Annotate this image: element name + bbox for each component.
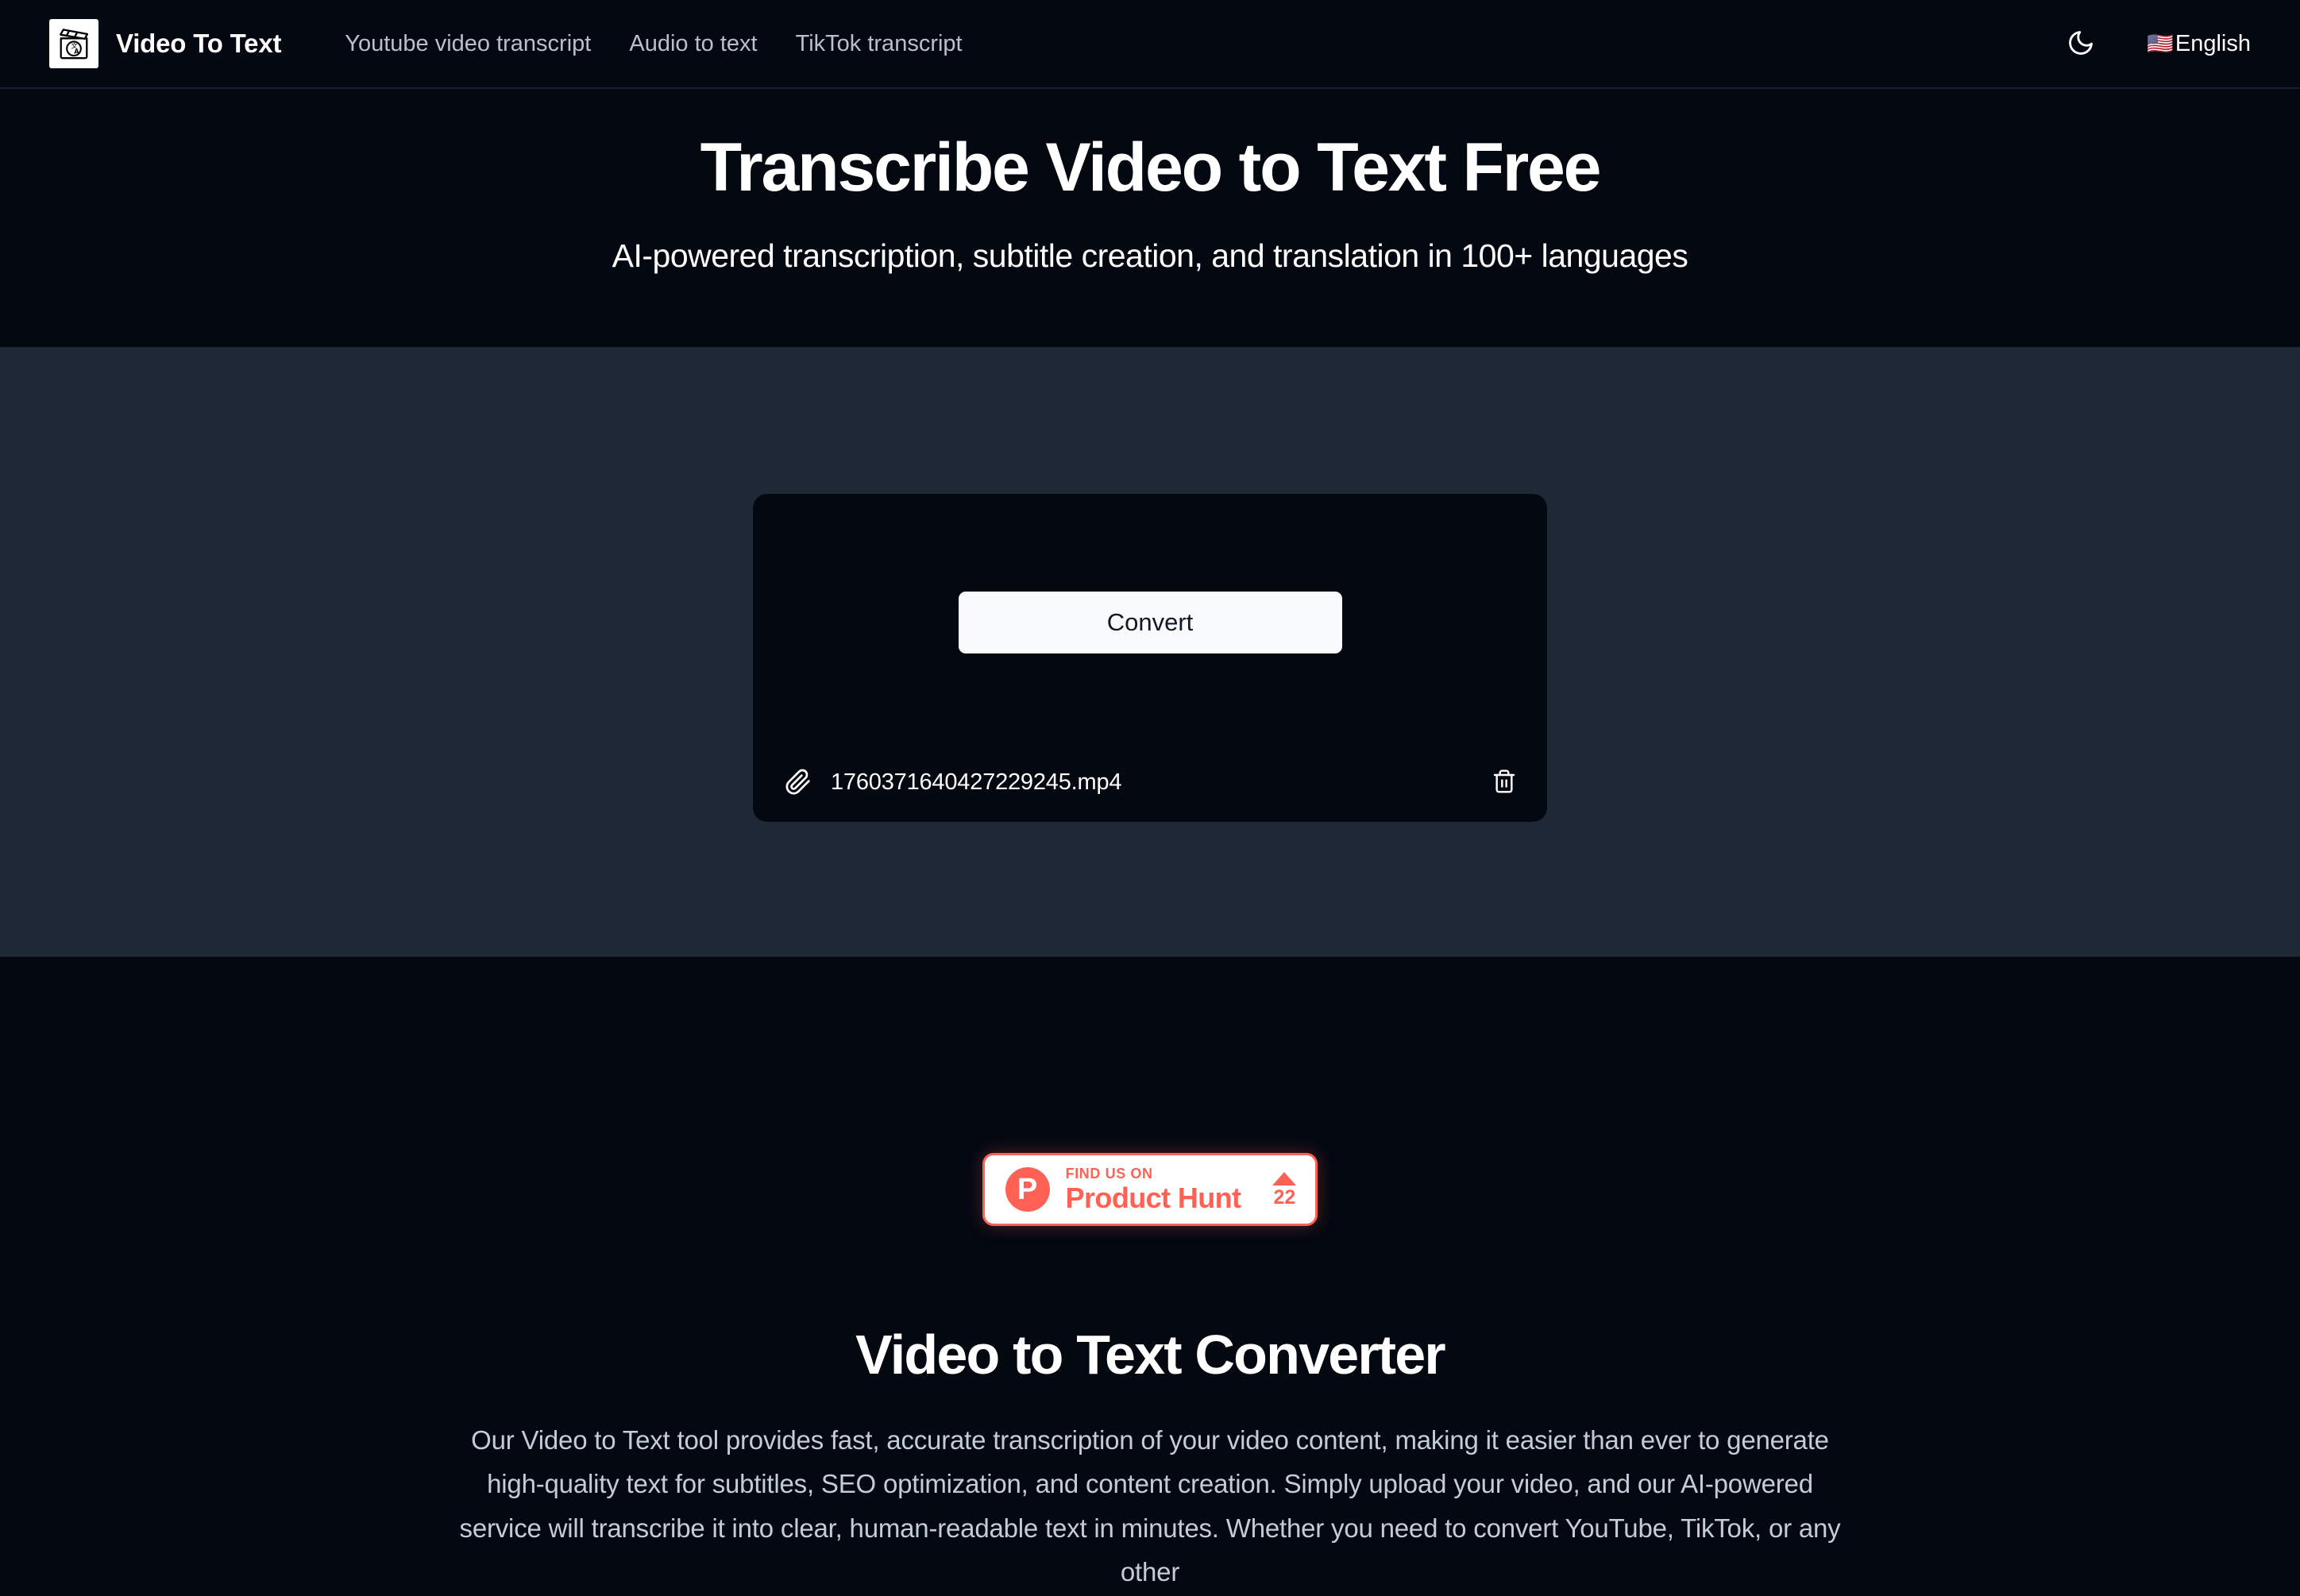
site-header: 文 A Video To Text Youtube video transcri… xyxy=(0,0,2300,89)
theme-toggle-button[interactable] xyxy=(2063,25,2099,62)
convert-button[interactable]: Convert xyxy=(958,591,1342,653)
product-hunt-votes: 22 xyxy=(1272,1171,1297,1209)
paperclip-icon xyxy=(785,769,812,796)
converter-card: Convert 1760371640427229245.mp4 xyxy=(753,494,1547,822)
product-hunt-name: Product Hunt xyxy=(1065,1182,1241,1215)
page-root: 文 A Video To Text Youtube video transcri… xyxy=(0,0,2300,1596)
converter-card-body: Convert xyxy=(753,494,1547,742)
language-label: English xyxy=(2175,30,2251,56)
product-hunt-text: FIND US ON Product Hunt xyxy=(1066,1165,1241,1214)
info-paragraph: Our Video to Text tool provides fast, ac… xyxy=(459,1425,1841,1587)
brand-name: Video To Text xyxy=(116,29,282,58)
page-title: Transcribe Video to Text Free xyxy=(700,129,1602,206)
delete-file-button[interactable] xyxy=(1492,769,1517,796)
info-title: Video to Text Converter xyxy=(855,1324,1446,1386)
hero-subtitle: AI-powered transcription, subtitle creat… xyxy=(612,237,1688,274)
info-section: P FIND US ON Product Hunt 22 Video to Te… xyxy=(0,957,2300,1594)
us-flag-icon: 🇺🇸 xyxy=(2147,31,2174,56)
product-hunt-badge[interactable]: P FIND US ON Product Hunt 22 xyxy=(982,1153,1318,1226)
product-hunt-logo-icon: P xyxy=(1005,1167,1050,1212)
nav-link-youtube-video-transcript[interactable]: Youtube video transcript xyxy=(345,31,591,57)
product-hunt-kicker: FIND US ON xyxy=(1065,1165,1153,1182)
nav-link-audio-to-text[interactable]: Audio to text xyxy=(629,31,757,57)
uploaded-file-row: 1760371640427229245.mp4 xyxy=(753,742,1547,822)
primary-navigation: Youtube video transcript Audio to text T… xyxy=(345,31,962,57)
triangle-up-icon xyxy=(1272,1171,1297,1185)
trash-icon xyxy=(1492,769,1517,796)
nav-link-tiktok-transcript[interactable]: TikTok transcript xyxy=(796,31,963,57)
language-switcher[interactable]: 🇺🇸 English xyxy=(2147,31,2251,57)
converter-section: Convert 1760371640427229245.mp4 xyxy=(0,347,2300,957)
svg-text:A: A xyxy=(74,48,79,56)
clapperboard-translate-icon: 文 A xyxy=(49,19,98,68)
moon-icon xyxy=(2067,29,2095,60)
hero-section: Transcribe Video to Text Free AI-powered… xyxy=(0,89,2300,347)
product-hunt-vote-count: 22 xyxy=(1273,1185,1296,1209)
uploaded-file-name: 1760371640427229245.mp4 xyxy=(831,769,1122,795)
brand-home-link[interactable]: 文 A Video To Text xyxy=(49,19,281,68)
header-actions: 🇺🇸 English xyxy=(2063,25,2251,62)
